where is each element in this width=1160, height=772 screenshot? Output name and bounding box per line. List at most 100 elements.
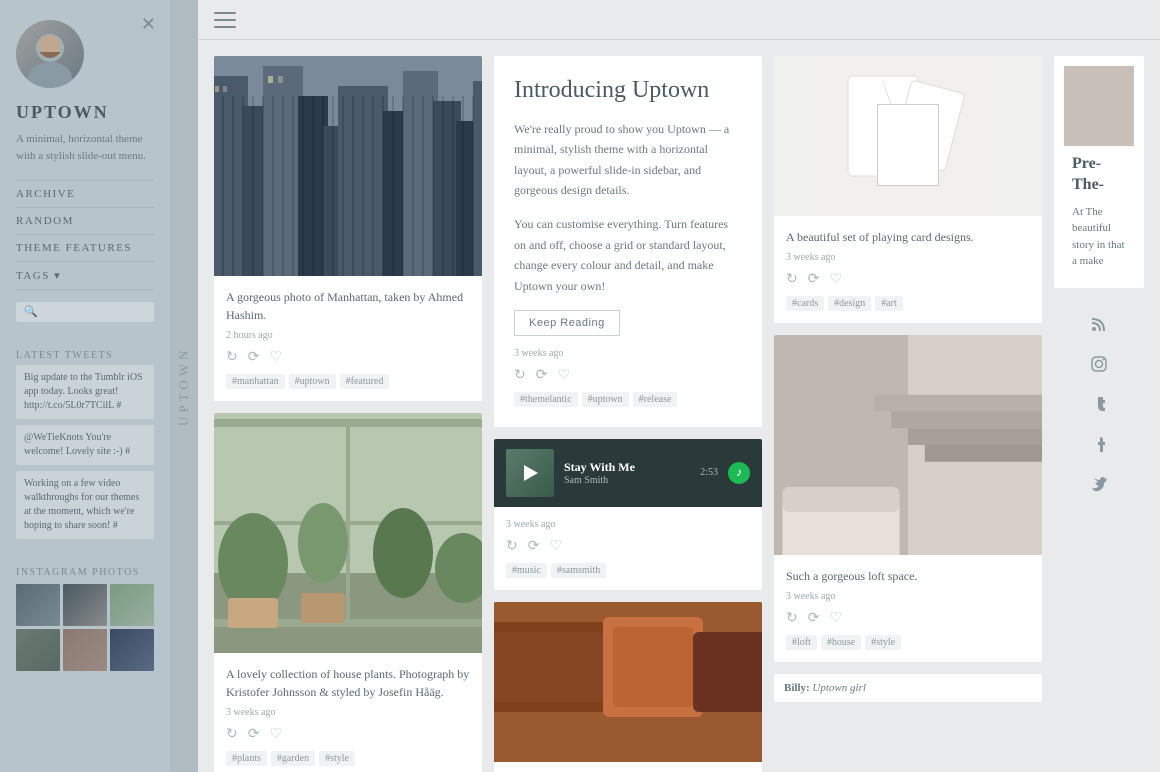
like-icon[interactable]: ♡ — [557, 367, 570, 384]
reblog-icon[interactable]: ⟳ — [536, 367, 548, 384]
latest-tweets-label: LATEST TWEETS — [16, 350, 154, 361]
like-icon[interactable]: ♡ — [269, 726, 282, 743]
hamburger-menu[interactable] — [214, 12, 236, 28]
facebook-icon[interactable] — [1085, 430, 1113, 458]
spotify-icon[interactable]: ♪ — [728, 462, 750, 484]
playing-cards-post: A beautiful set of playing card designs.… — [774, 56, 1042, 323]
post-caption: A beautiful set of playing card designs. — [786, 228, 1030, 246]
post-actions: ↻ ⟳ ♡ — [514, 367, 742, 384]
post-actions: ↻ ⟳ ♡ — [786, 610, 1030, 627]
sidebar-item-archive[interactable]: ARCHIVE — [16, 180, 154, 208]
post-tags: #loft #house #style — [786, 635, 1030, 650]
intro-body-2: You can customise everything. Turn featu… — [514, 214, 742, 296]
reblog-icon[interactable]: ⟳ — [808, 610, 820, 627]
keep-reading-button[interactable]: Keep Reading — [514, 310, 620, 336]
close-icon[interactable]: ✕ — [141, 14, 156, 35]
tag[interactable]: #style — [319, 751, 355, 766]
music-time: 2:53 — [700, 467, 718, 478]
play-icon[interactable] — [524, 465, 538, 481]
share-icon[interactable]: ↻ — [506, 538, 518, 555]
reblog-icon[interactable]: ⟳ — [528, 538, 540, 555]
sidebar-item-random[interactable]: RANDOM — [16, 208, 154, 235]
share-icon[interactable]: ↻ — [514, 367, 526, 384]
reblog-icon[interactable]: ⟳ — [808, 271, 820, 288]
hamburger-line — [214, 19, 236, 21]
wallets-post: A gorgeous selection of leather wallets.… — [494, 602, 762, 772]
post-time: 3 weeks ago — [514, 348, 742, 359]
tag[interactable]: #garden — [271, 751, 315, 766]
left-sidebar: ✕ UPTOWN A minimal, horizontal theme wit… — [0, 0, 170, 772]
instagram-photo[interactable] — [63, 584, 107, 626]
post-time: 3 weeks ago — [506, 519, 750, 530]
share-icon[interactable]: ↻ — [786, 610, 798, 627]
post-tags: #plants #garden #style — [226, 751, 470, 766]
rss-icon[interactable] — [1085, 310, 1113, 338]
plants-image — [214, 413, 482, 653]
post-actions: ↻ ⟳ ♡ — [786, 271, 1030, 288]
post-time: 3 weeks ago — [226, 707, 470, 718]
intro-body-1: We're really proud to show you Uptown — … — [514, 119, 742, 201]
tag[interactable]: #loft — [786, 635, 817, 650]
post-body: A lovely collection of house plants. Pho… — [214, 653, 482, 772]
music-info: Stay With Me Sam Smith — [564, 460, 690, 486]
sidebar-navigation: ARCHIVE RANDOM THEME FEATURES TAGS ▾ — [16, 180, 154, 290]
tag[interactable]: #uptown — [289, 374, 336, 389]
tag[interactable]: #art — [875, 296, 903, 311]
reblog-icon[interactable]: ⟳ — [248, 349, 260, 366]
share-icon[interactable]: ↻ — [786, 271, 798, 288]
tag[interactable]: #samsmith — [551, 563, 606, 578]
wallets-image — [494, 602, 762, 762]
tweet-item: Big update to the Tumblr iOS app today. … — [16, 365, 154, 419]
top-bar — [198, 0, 1160, 40]
reblog-icon[interactable]: ⟳ — [248, 726, 260, 743]
main-content: A gorgeous photo of Manhattan, taken by … — [198, 0, 1160, 772]
tag[interactable]: #design — [828, 296, 871, 311]
search-input[interactable] — [16, 302, 154, 322]
scroll-area[interactable]: A gorgeous photo of Manhattan, taken by … — [198, 40, 1160, 772]
tag[interactable]: #release — [633, 392, 678, 407]
sidebar-item-theme-features[interactable]: THEME FEATURES — [16, 235, 154, 262]
instagram-photo[interactable] — [110, 629, 154, 671]
post-caption: A lovely collection of house plants. Pho… — [226, 665, 470, 701]
tag[interactable]: #featured — [340, 374, 390, 389]
instagram-photo[interactable] — [16, 629, 60, 671]
instagram-photo[interactable] — [16, 584, 60, 626]
like-icon[interactable]: ♡ — [269, 349, 282, 366]
share-icon[interactable]: ↻ — [226, 349, 238, 366]
post-body: 3 weeks ago ↻ ⟳ ♡ #music #samsmith — [494, 507, 762, 590]
tag[interactable]: #music — [506, 563, 547, 578]
tag[interactable]: #cards — [786, 296, 824, 311]
instagram-photo[interactable] — [63, 629, 107, 671]
tag[interactable]: #manhattan — [226, 374, 285, 389]
columns-wrapper: A gorgeous photo of Manhattan, taken by … — [198, 40, 1160, 772]
column-1: A gorgeous photo of Manhattan, taken by … — [214, 56, 482, 772]
post-body: A beautiful set of playing card designs.… — [774, 216, 1042, 323]
instagram-photo[interactable] — [110, 584, 154, 626]
instagram-label: INSTAGRAM PHOTOS — [16, 567, 154, 578]
post-tags: #manhattan #uptown #featured — [226, 374, 470, 389]
share-icon[interactable]: ↻ — [226, 726, 238, 743]
tag[interactable]: #themelantic — [514, 392, 578, 407]
instagram-icon[interactable] — [1085, 350, 1113, 378]
like-icon[interactable]: ♡ — [829, 610, 842, 627]
tag[interactable]: #uptown — [582, 392, 629, 407]
post-tags: #cards #design #art — [786, 296, 1030, 311]
instagram-section: INSTAGRAM PHOTOS — [16, 557, 154, 671]
tag[interactable]: #style — [865, 635, 901, 650]
loft-image: 0:30 — [774, 335, 1042, 555]
preview-post: Pre- The- At The beautiful story in that… — [1054, 56, 1144, 288]
twitter-icon[interactable] — [1085, 470, 1113, 498]
billy-quote: Billy: Uptown girl — [774, 674, 1042, 702]
like-icon[interactable]: ♡ — [549, 538, 562, 555]
like-icon[interactable]: ♡ — [829, 271, 842, 288]
tumblr-icon[interactable] — [1085, 390, 1113, 418]
instagram-grid — [16, 584, 154, 671]
tag[interactable]: #house — [821, 635, 861, 650]
tag[interactable]: #plants — [226, 751, 267, 766]
music-post: Stay With Me Sam Smith 2:53 ♪ 3 weeks ag… — [494, 439, 762, 590]
intro-post: Introducing Uptown We're really proud to… — [494, 56, 762, 427]
intro-title: Introducing Uptown — [514, 76, 742, 105]
quote-author: Billy: — [784, 682, 810, 694]
column-2: Introducing Uptown We're really proud to… — [494, 56, 762, 772]
sidebar-item-tags[interactable]: TAGS ▾ — [16, 262, 154, 290]
